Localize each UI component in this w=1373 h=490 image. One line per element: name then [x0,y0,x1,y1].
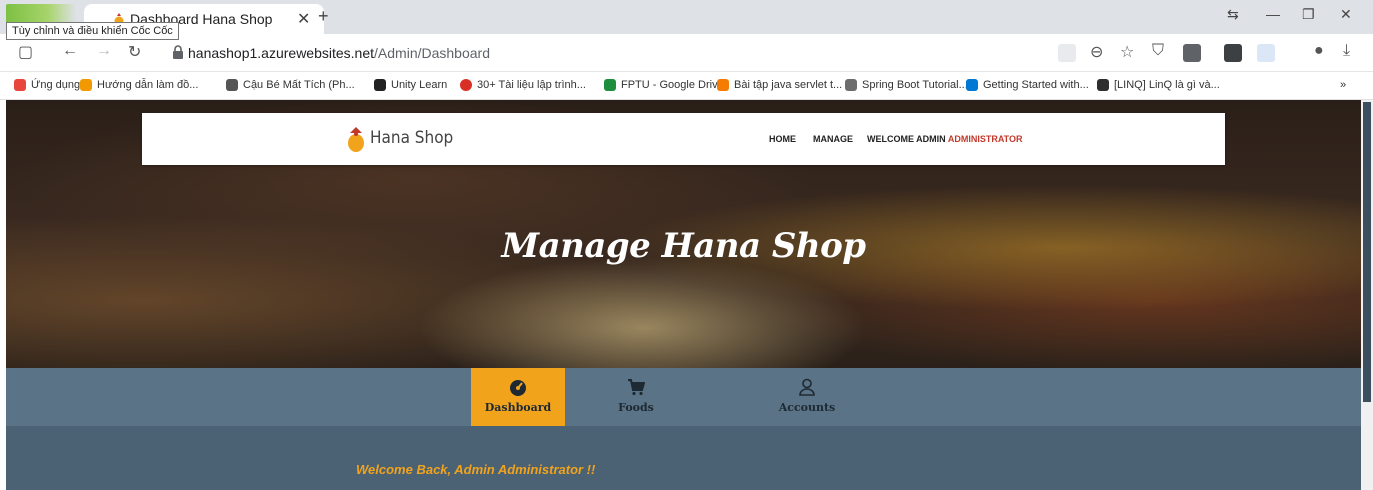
bookmarks-overflow-icon[interactable]: » [1340,79,1346,91]
download-extension-icon[interactable] [1183,44,1201,62]
shield-icon[interactable]: ⛉ [1152,42,1164,60]
tab-foods[interactable]: Foods [589,368,683,426]
tab-search-icon[interactable]: ⇆ [1227,6,1239,23]
bookmark-item[interactable]: Spring Boot Tutorial... [845,79,968,91]
user-icon [799,378,815,396]
url-host: hanashop1.azurewebsites.net [188,45,375,61]
apps-icon [14,79,26,91]
tab-dashboard-label: Dashboard [484,401,552,414]
bookmarks-bar: Ứng dụng Hướng dẫn làm đồ... Cậu Bé Mất … [0,72,1373,100]
admin-role-label: ADMINISTRATOR [947,134,1023,144]
tab-accounts[interactable]: Accounts [760,368,854,426]
bookmark-favicon-icon [1097,79,1109,91]
tab-foods-label: Foods [618,401,654,414]
bookmark-item[interactable]: Bài tập java servlet t... [717,79,842,91]
page-scrollbar[interactable] [1361,100,1373,490]
extension-icon[interactable] [1257,44,1275,62]
page-title: Manage Hana Shop [501,226,866,266]
sidebar-toggle-icon[interactable]: ▢ [18,42,33,62]
scrollbar-thumb[interactable] [1363,102,1371,402]
bookmark-item[interactable]: FPTU - Google Drive [604,79,724,91]
reload-icon[interactable]: ↻ [128,42,141,62]
admin-tab-bar: Dashboard Foods Accounts [6,368,1361,426]
tab-accounts-label: Accounts [778,401,836,414]
bookmark-favicon-icon [717,79,729,91]
bookmark-favicon-icon [80,79,92,91]
browser-toolbar: ▢ ← → ↻ hanashop1.azurewebsites.net/Admi… [0,34,1373,72]
coccoc-tooltip: Tùy chỉnh và điều khiển Cốc Cốc [6,22,179,40]
profile-icon[interactable]: ● [1314,42,1324,60]
lock-icon [173,45,183,59]
new-tab-button[interactable]: + [318,6,329,27]
url-path: /Admin/Dashboard [374,45,490,61]
bookmark-item[interactable]: 30+ Tài liệu lập trình... [460,79,586,91]
welcome-message: Welcome Back, Admin Administrator !! [356,462,596,477]
bookmark-favicon-icon [460,79,472,91]
dashboard-content: Welcome Back, Admin Administrator !! [6,426,1361,490]
google-drive-icon [604,79,616,91]
site-navbar: Hana Shop HOME MANAGE WELCOME ADMIN ADMI… [142,113,1225,165]
tab-dashboard[interactable]: Dashboard [471,368,565,426]
bookmark-item[interactable]: Hướng dẫn làm đồ... [80,79,198,91]
web-page: Hana Shop HOME MANAGE WELCOME ADMIN ADMI… [6,100,1361,490]
tab-close-icon[interactable]: ✕ [297,9,310,29]
zoom-icon[interactable]: ⊖ [1090,42,1103,62]
hero-banner: Hana Shop HOME MANAGE WELCOME ADMIN ADMI… [6,100,1361,368]
nav-home-link[interactable]: HOME [769,134,796,144]
window-close-icon[interactable]: ✕ [1340,6,1352,23]
restore-icon[interactable]: ❐ [1302,6,1315,23]
bookmark-item[interactable]: Unity Learn [374,79,447,91]
cart-icon [628,379,645,396]
bookmark-item[interactable]: Getting Started with... [966,79,1089,91]
downloads-icon[interactable]: ⤓ [1343,42,1350,60]
bookmark-star-icon[interactable]: ☆ [1120,42,1134,62]
minimize-icon[interactable]: — [1266,6,1280,22]
bookmark-item[interactable]: [LINQ] LinQ là gì và... [1097,79,1220,91]
back-icon[interactable]: ← [62,42,78,60]
dashboard-icon [510,380,526,396]
bookmark-favicon-icon [845,79,857,91]
nav-welcome-admin[interactable]: WELCOME ADMIN ADMINISTRATOR [867,134,1023,144]
microsoft-icon [966,79,978,91]
browser-tab-strip: Dashboard Hana Shop ✕ + Tùy chỉnh và điề… [0,0,1373,40]
hana-shop-logo-icon[interactable] [346,125,366,153]
forward-icon[interactable]: → [96,42,112,60]
nav-manage-link[interactable]: MANAGE [813,134,853,144]
unity-icon [374,79,386,91]
welcome-admin-label: WELCOME ADMIN [867,134,946,144]
savior-extension-icon[interactable] [1224,44,1242,62]
bookmark-item[interactable]: Ứng dụng [14,79,80,91]
bookmark-item[interactable]: Cậu Bé Mất Tích (Ph... [226,79,355,91]
bookmark-favicon-icon [226,79,238,91]
url-text: hanashop1.azurewebsites.net/Admin/Dashbo… [188,45,490,61]
translate-icon[interactable] [1058,44,1076,62]
brand-name[interactable]: Hana Shop [370,128,453,148]
